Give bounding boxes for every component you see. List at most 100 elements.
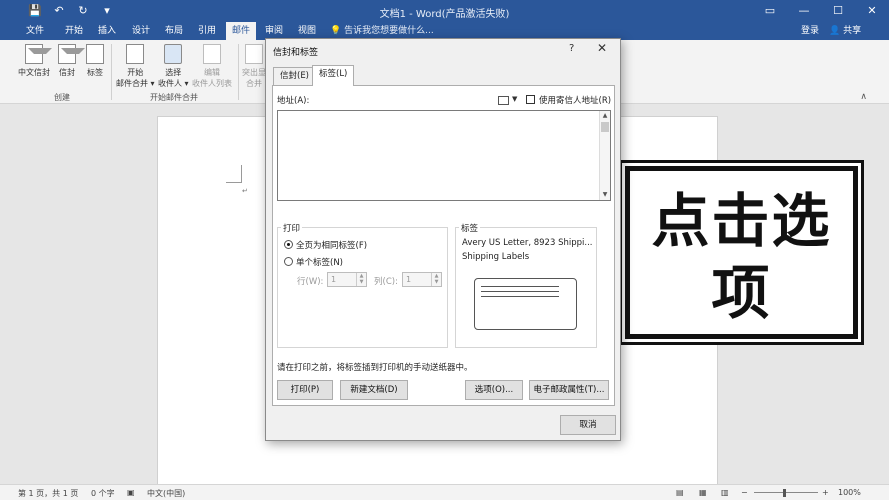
epostage-properties-button[interactable]: 电子邮政属性(T)...: [529, 380, 609, 400]
sign-in-link[interactable]: 登录: [801, 22, 819, 40]
edit-recipient-list-button[interactable]: 编辑 收件人列表: [192, 44, 232, 89]
highlight-merge-fields-button[interactable]: 突出显 合并: [242, 44, 266, 89]
language-indicator[interactable]: 中文(中国): [147, 488, 185, 499]
zoom-in-icon[interactable]: +: [822, 488, 829, 497]
labels-button[interactable]: 标签: [86, 44, 104, 78]
overlay-line-2: 项: [711, 259, 772, 327]
ribbon-separator: [111, 44, 112, 100]
tab-envelopes[interactable]: 信封(E): [273, 67, 317, 85]
minimize-icon[interactable]: —: [787, 0, 821, 22]
use-return-address-label: 使用寄信人地址(R): [539, 96, 612, 106]
envelope-label: 信封: [59, 68, 75, 77]
tab-home[interactable]: 开始: [59, 22, 89, 40]
label-group-title: 标签: [459, 222, 481, 234]
dialog-close-icon[interactable]: ✕: [597, 41, 607, 55]
row-label: 行(W):: [297, 277, 324, 287]
print-button[interactable]: 打印(P): [277, 380, 333, 400]
overlay-line-1: 点击选: [651, 187, 832, 255]
zoom-out-icon[interactable]: −: [741, 488, 748, 497]
recipients-icon: [164, 44, 183, 64]
mail-merge-group-label: 开始邮件合并: [150, 93, 198, 102]
page-count[interactable]: 第 1 页，共 1 页: [18, 488, 78, 499]
highlight-line2: 合并: [246, 79, 262, 88]
lightbulb-icon: 💡: [330, 26, 342, 36]
envelope-icon: [58, 44, 85, 64]
use-return-address-checkbox[interactable]: [526, 95, 535, 104]
address-book-icon[interactable]: [498, 96, 509, 105]
full-page-label: 全页为相同标签(F): [296, 241, 368, 251]
tell-me-text: 告诉我您想要做什么...: [344, 26, 434, 36]
overlay-text: 点击选 项: [630, 185, 853, 329]
row-value: 1: [331, 275, 337, 284]
start-mail-merge-line1: 开始: [127, 68, 144, 77]
print-layout-icon[interactable]: ▦: [699, 488, 707, 497]
ribbon-display-options-icon[interactable]: ▭: [753, 0, 787, 22]
title-bar: 💾 ↶ ↻ ▾ 文档1 - Word(产品激活失败) ▭ — ☐ ✕: [0, 0, 889, 22]
web-layout-icon[interactable]: ▥: [721, 488, 729, 497]
row-spin-arrows-icon[interactable]: ▲ ▼: [356, 273, 366, 286]
labels-icon: [86, 44, 104, 64]
envelopes-labels-dialog: 信封和标签 ? ✕ 信封(E) 标签(L) 地址(A): ▼ 使用寄信人地址(R…: [265, 38, 621, 441]
envelope-button[interactable]: 信封: [58, 44, 85, 78]
close-icon[interactable]: ✕: [855, 0, 889, 22]
edit-recipient-line1: 编辑: [204, 68, 220, 77]
tab-labels[interactable]: 标签(L): [312, 65, 355, 86]
select-recipients-line1: 选择: [165, 68, 182, 77]
create-group-label: 创建: [54, 93, 70, 102]
scroll-down-icon[interactable]: ▼: [600, 190, 610, 200]
paragraph-mark-icon: ↵: [242, 187, 248, 195]
scroll-up-icon[interactable]: ▲: [600, 111, 610, 121]
tab-references[interactable]: 引用: [192, 22, 222, 40]
address-scrollbar[interactable]: ▲ ▼: [599, 111, 610, 200]
tab-layout[interactable]: 布局: [159, 22, 189, 40]
tab-design[interactable]: 设计: [126, 22, 156, 40]
single-label-radio[interactable]: [284, 257, 293, 266]
column-spin-arrows-icon[interactable]: ▲ ▼: [431, 273, 441, 286]
person-icon: 👤: [829, 26, 841, 36]
help-icon[interactable]: ?: [569, 43, 574, 54]
share-button[interactable]: 👤 共享: [829, 22, 861, 40]
cancel-button[interactable]: 取消: [560, 415, 616, 435]
scrollbar-thumb[interactable]: [601, 122, 609, 132]
print-notice: 请在打印之前，将标签插到打印机的手动送纸器中。: [277, 363, 473, 373]
share-label: 共享: [843, 26, 862, 36]
chinese-envelope-button[interactable]: 中文信封: [18, 44, 52, 78]
column-label: 列(C):: [374, 277, 398, 287]
tab-insert[interactable]: 插入: [92, 22, 122, 40]
highlight-fields-icon: [245, 44, 263, 64]
row-stepper[interactable]: 1 ▲ ▼: [327, 272, 367, 287]
full-page-radio[interactable]: [284, 240, 293, 249]
chinese-envelope-icon: [25, 44, 52, 64]
preview-line: [481, 286, 559, 287]
preview-line: [481, 296, 559, 297]
start-mail-merge-button[interactable]: 开始 邮件合并 ▾: [116, 44, 155, 89]
mail-merge-icon: [126, 44, 145, 64]
zoom-slider-thumb[interactable]: [783, 489, 786, 497]
tab-mailings[interactable]: 邮件: [226, 22, 257, 40]
read-mode-icon[interactable]: ▤: [676, 488, 684, 497]
single-label-label: 单个标签(N): [296, 258, 343, 268]
new-document-button[interactable]: 新建文档(D): [340, 380, 408, 400]
column-stepper[interactable]: 1 ▲ ▼: [402, 272, 442, 287]
tab-file[interactable]: 文件: [20, 22, 50, 40]
labels-label: 标签: [87, 68, 103, 77]
start-mail-merge-line2: 邮件合并 ▾: [116, 79, 155, 88]
print-group-label: 打印: [281, 222, 303, 234]
select-recipients-button[interactable]: 选择 收件人 ▾: [158, 44, 189, 89]
status-bar: 第 1 页，共 1 页 0 个字 ▣ 中文(中国) ▤ ▦ ▥ − + 100%: [0, 484, 889, 500]
edit-list-icon: [203, 44, 221, 64]
column-value: 1: [406, 275, 412, 284]
maximize-icon[interactable]: ☐: [821, 0, 855, 22]
zoom-level[interactable]: 100%: [838, 488, 861, 497]
proofing-icon[interactable]: ▣: [127, 488, 135, 497]
word-count[interactable]: 0 个字: [91, 488, 115, 499]
address-textarea[interactable]: ▲ ▼: [277, 110, 611, 201]
label-preview-image: [474, 278, 577, 330]
window-controls: ▭ — ☐ ✕: [753, 0, 889, 22]
edit-recipient-line2: 收件人列表: [192, 79, 232, 88]
zoom-slider[interactable]: [754, 492, 818, 493]
options-button[interactable]: 选项(O)...: [465, 380, 523, 400]
address-book-dropdown-icon[interactable]: ▼: [512, 95, 517, 103]
collapse-ribbon-icon[interactable]: ∧: [860, 92, 867, 102]
preview-line: [481, 291, 559, 292]
